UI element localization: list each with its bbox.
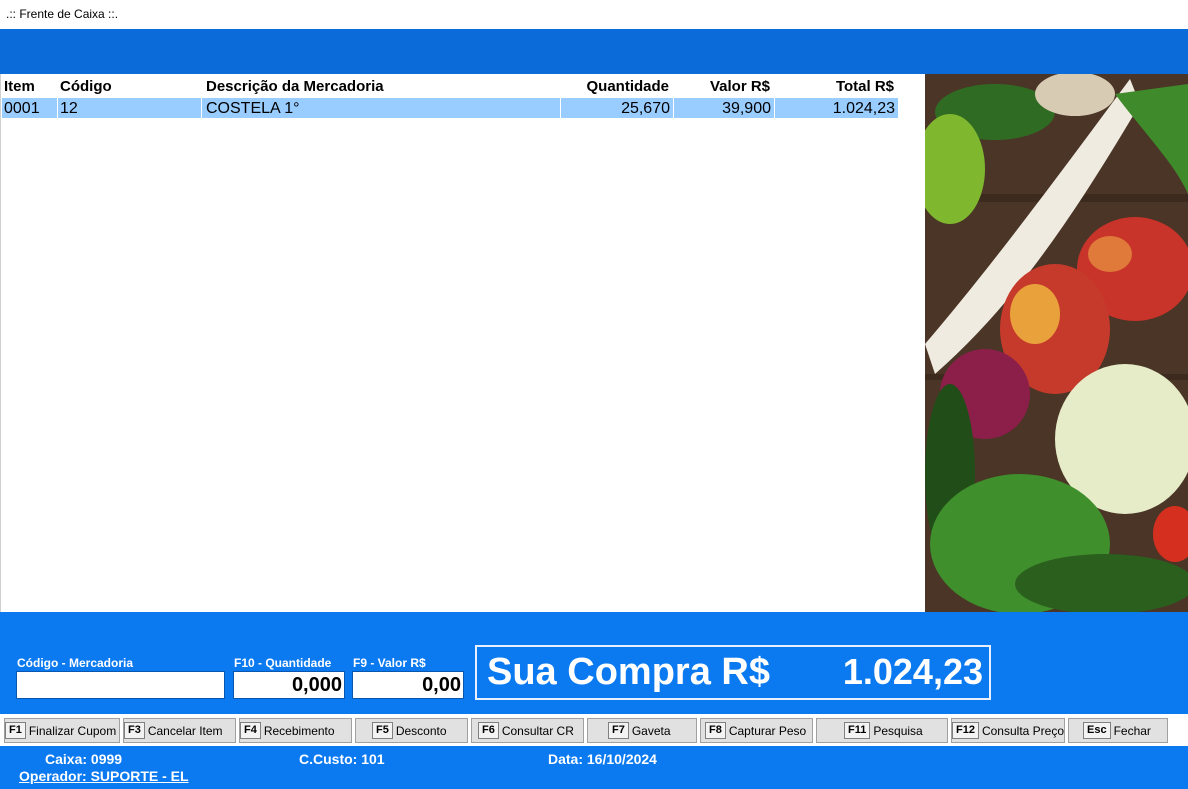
capturar-peso-button[interactable]: F8 Capturar Peso (700, 718, 813, 743)
codigo-label: Código - Mercadoria (17, 656, 134, 670)
cell-total: 1.024,23 (832, 100, 895, 117)
quantidade-input[interactable]: 0,000 (233, 671, 345, 699)
consulta-preco-button[interactable]: F12 Consulta Preço (951, 718, 1065, 743)
cell-quantidade: 25,670 (621, 100, 670, 117)
purchase-total-box: Sua Compra R$ 1.024,23 (475, 645, 991, 700)
cell-item: 0001 (4, 100, 40, 117)
date-status: Data: 16/10/2024 (548, 751, 657, 767)
entry-panel: Código - Mercadoria F10 - Quantidade 0,0… (0, 612, 1188, 714)
codigo-input[interactable] (16, 671, 225, 699)
status-bar: Caixa: 0999 C.Custo: 101 Data: 16/10/202… (0, 746, 1188, 789)
finalizar-cupom-button[interactable]: F1 Finalizar Cupom (4, 718, 120, 743)
operator-status: Operador: SUPORTE - EL (19, 768, 189, 784)
quantidade-label: F10 - Quantidade (234, 656, 332, 670)
purchase-total-value: 1.024,23 (842, 651, 983, 692)
consultar-cr-button[interactable]: F6 Consultar CR (471, 718, 584, 743)
col-descricao: Descrição da Mercadoria (206, 78, 384, 95)
col-quantidade: Quantidade (586, 78, 669, 95)
gaveta-button[interactable]: F7 Gaveta (587, 718, 697, 743)
cell-valor: 39,900 (722, 100, 771, 117)
col-item: Item (4, 78, 35, 95)
cancelar-item-button[interactable]: F3 Cancelar Item (123, 718, 236, 743)
window-title: .:: Frente de Caixa ::. (0, 0, 1188, 29)
valor-input[interactable]: 0,00 (352, 671, 464, 699)
top-banner (0, 29, 1188, 74)
table-row[interactable]: 0001 12 COSTELA 1° 25,670 39,900 1.024,2… (2, 98, 898, 118)
recebimento-button[interactable]: F4 Recebimento (239, 718, 352, 743)
ccusto-status: C.Custo: 101 (299, 751, 385, 767)
cell-descricao: COSTELA 1° (206, 100, 300, 117)
table-header: Item Código Descrição da Mercadoria Quan… (1, 76, 926, 98)
function-key-bar: F1 Finalizar Cupom F3 Cancelar Item F4 Rece… (0, 714, 1188, 746)
desconto-button[interactable]: F5 Desconto (355, 718, 468, 743)
valor-label: F9 - Valor R$ (353, 656, 426, 670)
vegetables-image (925, 74, 1188, 612)
col-valor: Valor R$ (709, 78, 770, 95)
purchase-total-label: Sua Compra R$ (487, 651, 770, 693)
fechar-button[interactable]: Esc Fechar (1068, 718, 1168, 743)
pesquisa-button[interactable]: F11 Pesquisa (816, 718, 948, 743)
col-total: Total R$ (835, 78, 894, 95)
caixa-status: Caixa: 0999 (45, 751, 123, 767)
items-table[interactable]: Item Código Descrição da Mercadoria Quan… (0, 74, 925, 612)
cell-codigo: 12 (60, 100, 78, 117)
col-codigo: Código (60, 78, 112, 95)
